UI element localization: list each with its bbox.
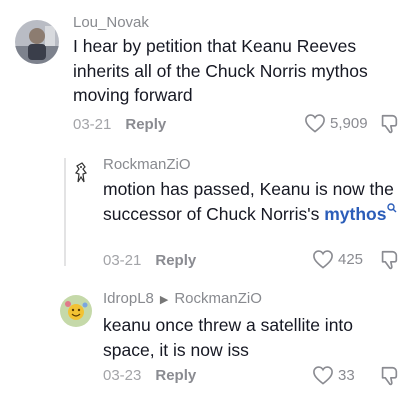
heart-icon: [305, 114, 325, 133]
like-count: 425: [338, 250, 364, 268]
like-button[interactable]: 5,909: [304, 113, 368, 133]
emoji-avatar-icon: [60, 295, 92, 327]
comment-username: IdropL8 ▶ RockmanZiO: [103, 290, 262, 307]
reply-button[interactable]: Reply: [125, 116, 166, 133]
search-icon: [387, 202, 397, 213]
comment-meta: 03-21 Reply: [103, 252, 196, 269]
play-arrow-icon: ▶: [159, 293, 169, 306]
comment-text: keanu once threw a satellite into space,…: [103, 315, 354, 360]
dislike-icon: [381, 366, 398, 386]
comment-meta: 03-21 Reply: [73, 116, 166, 133]
dislike-icon: [381, 250, 398, 270]
comment-date: 03-23: [103, 367, 142, 384]
search-link[interactable]: mythos: [324, 202, 397, 224]
heart-icon: [313, 366, 333, 385]
reply-to-user[interactable]: RockmanZiO: [174, 290, 262, 307]
comment-date: 03-21: [103, 252, 142, 269]
heart-icon: [313, 250, 333, 269]
like-count: 33: [338, 366, 355, 384]
reply-author[interactable]: IdropL8: [103, 290, 154, 307]
dislike-button[interactable]: [378, 113, 400, 140]
thread-line: [64, 158, 66, 266]
comment-date: 03-21: [73, 116, 112, 133]
user-photo-icon: [15, 20, 59, 64]
like-button[interactable]: 425: [312, 249, 363, 269]
avatar[interactable]: [60, 295, 92, 327]
like-count: 5,909: [330, 114, 368, 132]
comment-username[interactable]: RockmanZiO: [103, 156, 191, 173]
comment-text: motion has passed, Keanu is now the succ…: [103, 177, 399, 226]
comment-text: I hear by petition that Keanu Reeves inh…: [73, 36, 368, 105]
like-button[interactable]: 33: [312, 365, 355, 385]
avatar[interactable]: [15, 20, 59, 64]
dislike-button[interactable]: [378, 249, 400, 276]
dislike-button[interactable]: [378, 365, 400, 392]
comment-meta: 03-23 Reply: [103, 367, 196, 384]
avatar[interactable]: [69, 160, 95, 186]
dislike-icon: [381, 114, 398, 134]
comment-username[interactable]: Lou_Novak: [73, 14, 149, 31]
robot-avatar-icon: [69, 160, 95, 186]
reply-button[interactable]: Reply: [155, 367, 196, 384]
reply-button[interactable]: Reply: [155, 252, 196, 269]
